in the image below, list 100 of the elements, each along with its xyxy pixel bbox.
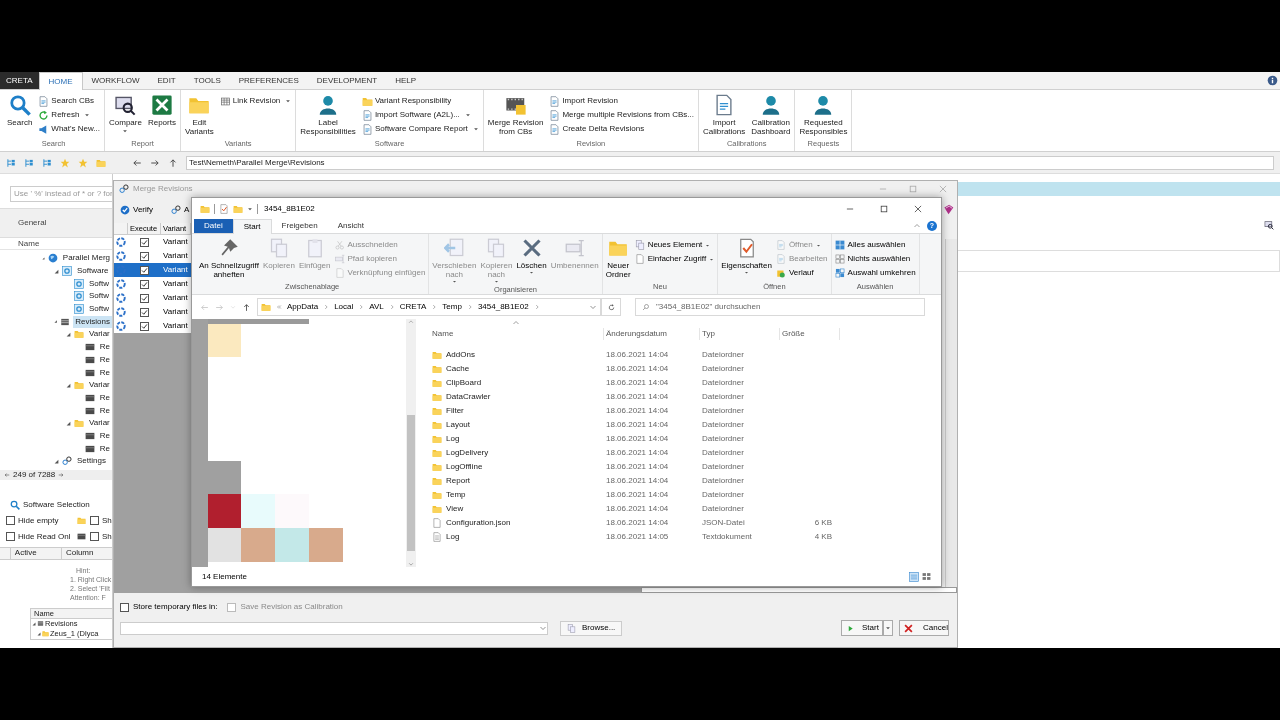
menu-tab[interactable]: DEVELOPMENT xyxy=(307,72,387,89)
checkbox[interactable] xyxy=(90,532,99,542)
tree-item[interactable]: Software xyxy=(75,265,111,278)
checkbox[interactable] xyxy=(140,321,149,331)
ribbon-button[interactable]: Import Revision xyxy=(549,94,694,108)
column-header[interactable]: Typ xyxy=(700,328,780,340)
ribbon-button[interactable]: Auswahl umkehren xyxy=(834,266,916,280)
tree-item[interactable]: Re xyxy=(97,353,112,366)
file-name[interactable]: Log xyxy=(446,433,460,445)
expand-arrow-icon[interactable] xyxy=(54,319,58,325)
file-name[interactable]: LogOffline xyxy=(446,461,483,473)
file-name[interactable]: Cache xyxy=(446,363,470,375)
ribbon-button[interactable]: Neues Element xyxy=(634,238,715,252)
file-name[interactable]: ClipBoard xyxy=(446,377,482,389)
tree-item[interactable]: Settings xyxy=(75,455,108,468)
breadcrumb[interactable]: Local xyxy=(334,301,354,313)
ribbon-button[interactable]: Reports xyxy=(147,94,176,127)
expand-arrow-icon[interactable] xyxy=(54,268,59,274)
file-name[interactable]: Configuration.json xyxy=(446,517,511,529)
toolbar-button[interactable]: Verify xyxy=(120,204,153,216)
tree-item[interactable]: Re xyxy=(97,391,112,404)
ribbon-button[interactable]: Calibration Dashboard xyxy=(751,94,791,136)
checkbox[interactable] xyxy=(90,516,99,526)
menu-tab[interactable]: TOOLS xyxy=(184,72,230,89)
file-name[interactable]: DataCrawler xyxy=(446,391,491,403)
search-field[interactable]: "3454_8B1E02" durchsuchen xyxy=(635,298,925,316)
info-icon[interactable] xyxy=(1267,75,1278,86)
ribbon-button[interactable]: Eigenschaften xyxy=(721,238,772,275)
checkbox[interactable] xyxy=(140,279,149,289)
column-header[interactable]: Änderungsdatum xyxy=(604,328,700,340)
tree-item[interactable]: Variar xyxy=(87,417,112,430)
expand-arrow-icon[interactable] xyxy=(66,382,71,388)
checkbox[interactable] xyxy=(140,237,149,247)
dropdown-button[interactable] xyxy=(883,620,893,636)
breadcrumb[interactable]: AppData xyxy=(287,301,319,313)
menu-tab[interactable]: HOME xyxy=(38,72,83,90)
breadcrumb[interactable]: 3454_8B1E02 xyxy=(477,301,529,313)
tree-item[interactable]: Parallel Merg xyxy=(60,252,112,265)
tree-item[interactable]: Re xyxy=(97,442,112,455)
breadcrumb[interactable]: AVL xyxy=(369,301,384,313)
file-name[interactable]: Layout xyxy=(446,419,471,431)
menu-tab[interactable]: EDIT xyxy=(148,72,185,89)
checkbox[interactable] xyxy=(120,602,129,612)
file-name[interactable]: Filter xyxy=(446,405,464,417)
tree-item[interactable]: Re xyxy=(97,404,112,417)
ribbon-button[interactable]: Label Responsibilities xyxy=(300,94,356,136)
checkbox[interactable] xyxy=(6,516,15,526)
file-name[interactable]: AddOns xyxy=(446,349,475,361)
checkbox[interactable] xyxy=(140,265,149,275)
breadcrumb[interactable]: Temp xyxy=(442,301,462,313)
ribbon-button[interactable]: Verlauf xyxy=(775,266,828,280)
address-bar[interactable]: AppData Local AVL CRETA Temp 3454_8B1E02 xyxy=(257,298,601,316)
ribbon-button[interactable]: Search xyxy=(7,94,33,127)
ribbon-button[interactable]: Edit Variants xyxy=(184,94,214,136)
file-name[interactable]: Report xyxy=(446,475,470,487)
expand-arrow-icon[interactable] xyxy=(37,631,41,636)
ribbon-button[interactable]: Variant Responsibility xyxy=(361,94,479,108)
column-header[interactable]: Größe xyxy=(780,328,840,340)
expand-arrow-icon[interactable] xyxy=(54,458,59,464)
ribbon-tab[interactable]: Freigeben xyxy=(271,219,328,233)
file-name[interactable]: Log xyxy=(446,531,460,543)
ribbon-button[interactable]: Merge Revision from CBs xyxy=(487,94,544,136)
ribbon-tab[interactable]: Start xyxy=(232,219,272,234)
column-header[interactable]: Name xyxy=(430,328,604,340)
ribbon-button[interactable]: What's New... xyxy=(38,122,100,136)
ribbon-button[interactable]: Merge multiple Revisions from CBs... xyxy=(549,108,694,122)
breadcrumb[interactable]: CRETA xyxy=(399,301,427,313)
tree-item[interactable]: Softw xyxy=(87,303,111,316)
expand-arrow-icon[interactable] xyxy=(66,331,71,337)
ribbon-button[interactable]: Search CBs xyxy=(38,94,100,108)
ribbon-button[interactable]: Create Delta Revisions xyxy=(549,122,694,136)
scrollbar[interactable] xyxy=(945,239,957,587)
ribbon-button[interactable]: Import Software (A2L)... xyxy=(361,108,479,122)
browse-button[interactable]: Browse... xyxy=(560,620,623,636)
toolbar-button[interactable]: A xyxy=(171,204,190,216)
start-button[interactable]: Start xyxy=(841,620,883,636)
tree-item[interactable]: Variar xyxy=(87,328,112,341)
expand-arrow-icon[interactable] xyxy=(66,420,71,426)
tree-item[interactable]: Softw xyxy=(87,277,111,290)
expand-arrow-icon[interactable] xyxy=(32,621,36,626)
tree-item[interactable]: Re xyxy=(97,366,112,379)
file-tab[interactable]: Datei xyxy=(194,219,233,233)
ribbon-button[interactable]: Software Compare Report xyxy=(361,122,479,136)
path-field[interactable]: Test\Nemeth\Parallel Merge\Revisions xyxy=(186,155,1274,170)
ribbon-button[interactable]: Nichts auswählen xyxy=(834,252,916,266)
checkbox[interactable] xyxy=(140,293,149,303)
file-name[interactable]: LogDelivery xyxy=(446,447,489,459)
file-name[interactable]: Temp xyxy=(446,489,466,501)
refresh-button[interactable] xyxy=(601,298,621,316)
checkbox[interactable] xyxy=(140,251,149,261)
table-row[interactable]: Variant xyxy=(114,263,191,277)
ribbon-button[interactable]: An Schnellzugriff anheften xyxy=(199,238,259,279)
ribbon-button[interactable]: Refresh xyxy=(38,108,100,122)
tree-item[interactable]: Re xyxy=(97,341,112,354)
cancel-button[interactable]: Cancel xyxy=(899,620,949,636)
ribbon-button[interactable]: Import Calibrations xyxy=(703,94,746,136)
ribbon-button[interactable]: Neuer Ordner xyxy=(605,238,631,279)
scrollbar[interactable] xyxy=(406,319,416,567)
menu-tab[interactable]: WORKFLOW xyxy=(82,72,149,89)
checkbox[interactable] xyxy=(140,307,149,317)
